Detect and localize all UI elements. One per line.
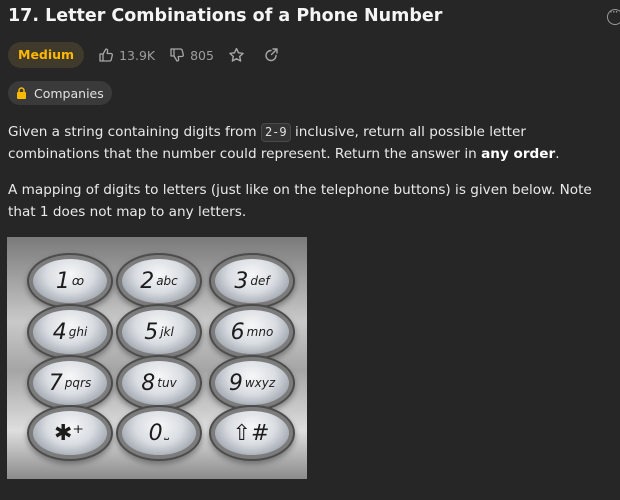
keypad-key-star: ✱⁺ [33,411,107,455]
companies-tag[interactable]: Companies [8,81,112,105]
lock-icon [17,87,26,99]
share-icon [265,48,278,62]
keypad-key-9: 9 wxyz [215,361,289,405]
keypad-key-hash: ⇧# [215,411,289,455]
share-button[interactable] [263,47,279,63]
keypad-key-4: 4 ghi [33,310,107,354]
difficulty-badge: Medium [8,42,85,68]
description-paragraph-1: Given a string containing digits from 2-… [8,123,560,162]
keypad-key-6: 6 mno [215,310,289,354]
dislike-button[interactable]: 805 [169,47,214,63]
digit-range-code: 2-9 [260,123,291,142]
keypad-key-5: 5 jkl [122,310,196,354]
phone-keypad-image: 1ꝏ 2 abc 3 def 4 ghi 5 jkl 6 mno 7 pqrs 8 tuv 9… [7,237,307,479]
keypad-key-8: 8 tuv [122,361,196,405]
star-icon [229,47,244,62]
like-count: 13.9K [119,47,156,63]
problem-meta-row: Medium 13.9K 805 [8,42,297,68]
dislike-count: 805 [190,47,214,63]
keypad-key-3: 3 def [215,259,289,303]
thumbs-down-icon [170,48,185,62]
problem-description-panel: 17. Letter Combinations of a Phone Numbe… [0,0,620,500]
keypad-key-0: 0 ⎵ [122,411,196,455]
companies-label: Companies [34,85,104,101]
like-button[interactable]: 13.9K [98,47,155,63]
problem-title: 17. Letter Combinations of a Phone Numbe… [8,6,443,26]
keypad-key-2: 2 abc [122,259,196,303]
thumbs-up-icon [99,48,114,62]
description-paragraph-2: A mapping of digits to letters (just lik… [8,182,592,220]
favorite-button[interactable] [228,47,245,64]
keypad-key-7: 7 pqrs [33,361,107,405]
keypad-key-1: 1ꝏ [33,259,107,303]
more-icon[interactable] [607,5,620,25]
